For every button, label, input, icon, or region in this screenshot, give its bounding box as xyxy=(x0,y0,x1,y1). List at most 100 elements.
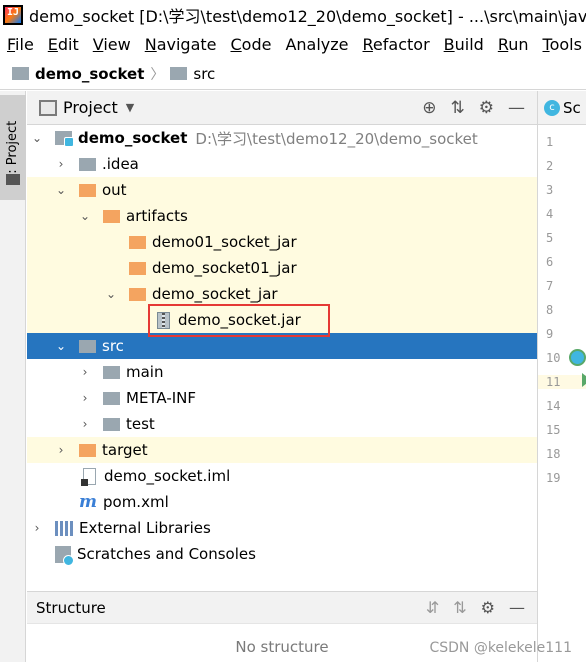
module-folder-icon xyxy=(12,67,29,80)
tree-row-iml[interactable]: demo_socket.iml xyxy=(27,463,537,489)
line-number: 3 xyxy=(546,183,554,197)
run-class-icon[interactable] xyxy=(569,349,586,366)
menu-analyze[interactable]: Analyze xyxy=(278,35,355,54)
excluded-folder-icon xyxy=(103,209,120,223)
menu-run[interactable]: Run xyxy=(491,35,536,54)
chevron-down-icon[interactable]: ▼ xyxy=(126,101,134,114)
excluded-folder-icon xyxy=(79,443,96,457)
tree-row-idea[interactable]: › .idea xyxy=(27,151,537,177)
menu-code[interactable]: Code xyxy=(224,35,279,54)
chevron-right-icon[interactable]: › xyxy=(77,365,93,379)
chevron-down-icon[interactable]: ⌄ xyxy=(29,131,45,145)
menu-edit[interactable]: Edit xyxy=(41,35,86,54)
line-number: 19 xyxy=(546,471,561,485)
chevron-right-icon[interactable]: › xyxy=(29,521,45,535)
folder-icon xyxy=(103,417,120,431)
tree-row-scratches[interactable]: Scratches and Consoles xyxy=(27,541,537,567)
breadcrumb-project[interactable]: demo_socket xyxy=(12,65,144,83)
editor-area: c Sc 1 2 3 4 5 6 7 8 9 10 11 14 15 18 19 xyxy=(537,91,586,662)
chevron-down-icon[interactable]: ⌄ xyxy=(103,287,119,301)
breadcrumb-src[interactable]: src xyxy=(170,65,215,83)
project-panel-title[interactable]: Project xyxy=(63,98,118,117)
tree-row-pom[interactable]: m pom.xml xyxy=(27,489,537,515)
project-tool-tab-label[interactable]: 1: Project xyxy=(5,121,20,182)
structure-panel-title[interactable]: Structure xyxy=(36,599,106,617)
line-number: 7 xyxy=(546,279,554,293)
tree-row-demo01-socket-jar[interactable]: demo01_socket_jar xyxy=(27,229,537,255)
menu-build[interactable]: Build xyxy=(437,35,491,54)
window-title: demo_socket [D:\学习\test\demo12_20\demo_s… xyxy=(29,7,586,26)
folder-icon xyxy=(79,339,96,353)
folder-icon xyxy=(103,365,120,379)
minimize-icon[interactable]: — xyxy=(509,598,525,617)
module-file-icon xyxy=(81,467,96,486)
project-panel-header: Project ▼ ⊕ ⇅ ⚙ — xyxy=(27,91,537,125)
minimize-icon[interactable]: — xyxy=(508,98,525,118)
chevron-right-icon[interactable]: › xyxy=(53,157,69,171)
line-number: 11 xyxy=(538,375,586,389)
chevron-down-icon[interactable]: ⌄ xyxy=(77,209,93,223)
tree-row-test[interactable]: › test xyxy=(27,411,537,437)
tree-row-out[interactable]: ⌄ out xyxy=(27,177,537,203)
menu-view[interactable]: View xyxy=(86,35,138,54)
menu-navigate[interactable]: Navigate xyxy=(138,35,224,54)
collapse-all-icon[interactable]: ⇅ xyxy=(453,598,466,617)
collapse-all-icon[interactable]: ⇅ xyxy=(451,98,465,118)
project-panel: Project ▼ ⊕ ⇅ ⚙ — ⌄ demo_socket D:\学习\te… xyxy=(27,91,537,591)
chevron-down-icon[interactable]: ⌄ xyxy=(53,339,69,353)
line-number: 14 xyxy=(546,399,561,413)
menu-refactor[interactable]: Refactor xyxy=(356,35,437,54)
folder-icon xyxy=(79,157,96,171)
editor-tab[interactable]: c Sc xyxy=(538,91,586,125)
tree-row-demo-socket-jar[interactable]: ⌄ demo_socket_jar xyxy=(27,281,537,307)
title-bar: demo_socket [D:\学习\test\demo12_20\demo_s… xyxy=(0,0,586,30)
excluded-folder-icon xyxy=(79,183,96,197)
tree-row-root[interactable]: ⌄ demo_socket D:\学习\test\demo12_20\demo_… xyxy=(27,125,537,151)
gear-icon[interactable]: ⚙ xyxy=(481,598,495,617)
menu-bar: File Edit View Navigate Code Analyze Ref… xyxy=(0,30,586,58)
line-number: 5 xyxy=(546,231,554,245)
line-number: 2 xyxy=(546,159,554,173)
excluded-folder-icon xyxy=(129,287,146,301)
excluded-folder-icon xyxy=(129,261,146,275)
chevron-right-icon[interactable]: › xyxy=(77,391,93,405)
menu-file[interactable]: File xyxy=(0,35,41,54)
tree-row-external-libraries[interactable]: › External Libraries xyxy=(27,515,537,541)
tree-row-src[interactable]: ⌄ src xyxy=(27,333,537,359)
locate-icon[interactable]: ⊕ xyxy=(422,98,436,118)
gear-icon[interactable]: ⚙ xyxy=(479,98,494,118)
chevron-right-icon[interactable]: › xyxy=(53,443,69,457)
tree-row-main[interactable]: › main xyxy=(27,359,537,385)
structure-panel-header: Structure ⇵ ⇅ ⚙ — xyxy=(27,592,537,624)
library-icon xyxy=(55,520,73,536)
breadcrumb: demo_socket 〉 src xyxy=(0,58,586,90)
tree-row-artifacts[interactable]: ⌄ artifacts xyxy=(27,203,537,229)
chevron-down-icon[interactable]: ⌄ xyxy=(53,183,69,197)
intellij-logo-icon xyxy=(3,5,23,25)
line-number: 8 xyxy=(546,303,554,317)
watermark: CSDN @kelekele111 xyxy=(429,640,572,656)
line-number: 18 xyxy=(546,447,561,461)
chevron-right-icon[interactable]: › xyxy=(77,417,93,431)
line-number: 6 xyxy=(546,255,554,269)
maven-icon: m xyxy=(79,492,97,512)
editor-tab-label: Sc xyxy=(563,98,581,117)
tree-row-demo-socket-jar-file[interactable]: demo_socket.jar xyxy=(27,307,537,333)
scratches-icon xyxy=(55,545,74,566)
line-number: 4 xyxy=(546,207,554,221)
line-number: 10 xyxy=(546,351,561,365)
project-view-icon xyxy=(39,99,57,116)
run-method-icon[interactable] xyxy=(582,373,586,387)
tree-row-meta-inf[interactable]: › META-INF xyxy=(27,385,537,411)
folder-icon xyxy=(6,174,20,185)
expand-all-icon[interactable]: ⇵ xyxy=(426,598,439,617)
tree-row-target[interactable]: › target xyxy=(27,437,537,463)
line-number: 9 xyxy=(546,327,554,341)
folder-icon xyxy=(170,67,188,80)
class-icon: c xyxy=(544,99,560,116)
jar-archive-icon xyxy=(157,311,170,329)
folder-icon xyxy=(103,391,120,405)
tree-row-demo-socket01-jar[interactable]: demo_socket01_jar xyxy=(27,255,537,281)
menu-tools[interactable]: Tools xyxy=(536,35,586,54)
line-number: 15 xyxy=(546,423,561,437)
